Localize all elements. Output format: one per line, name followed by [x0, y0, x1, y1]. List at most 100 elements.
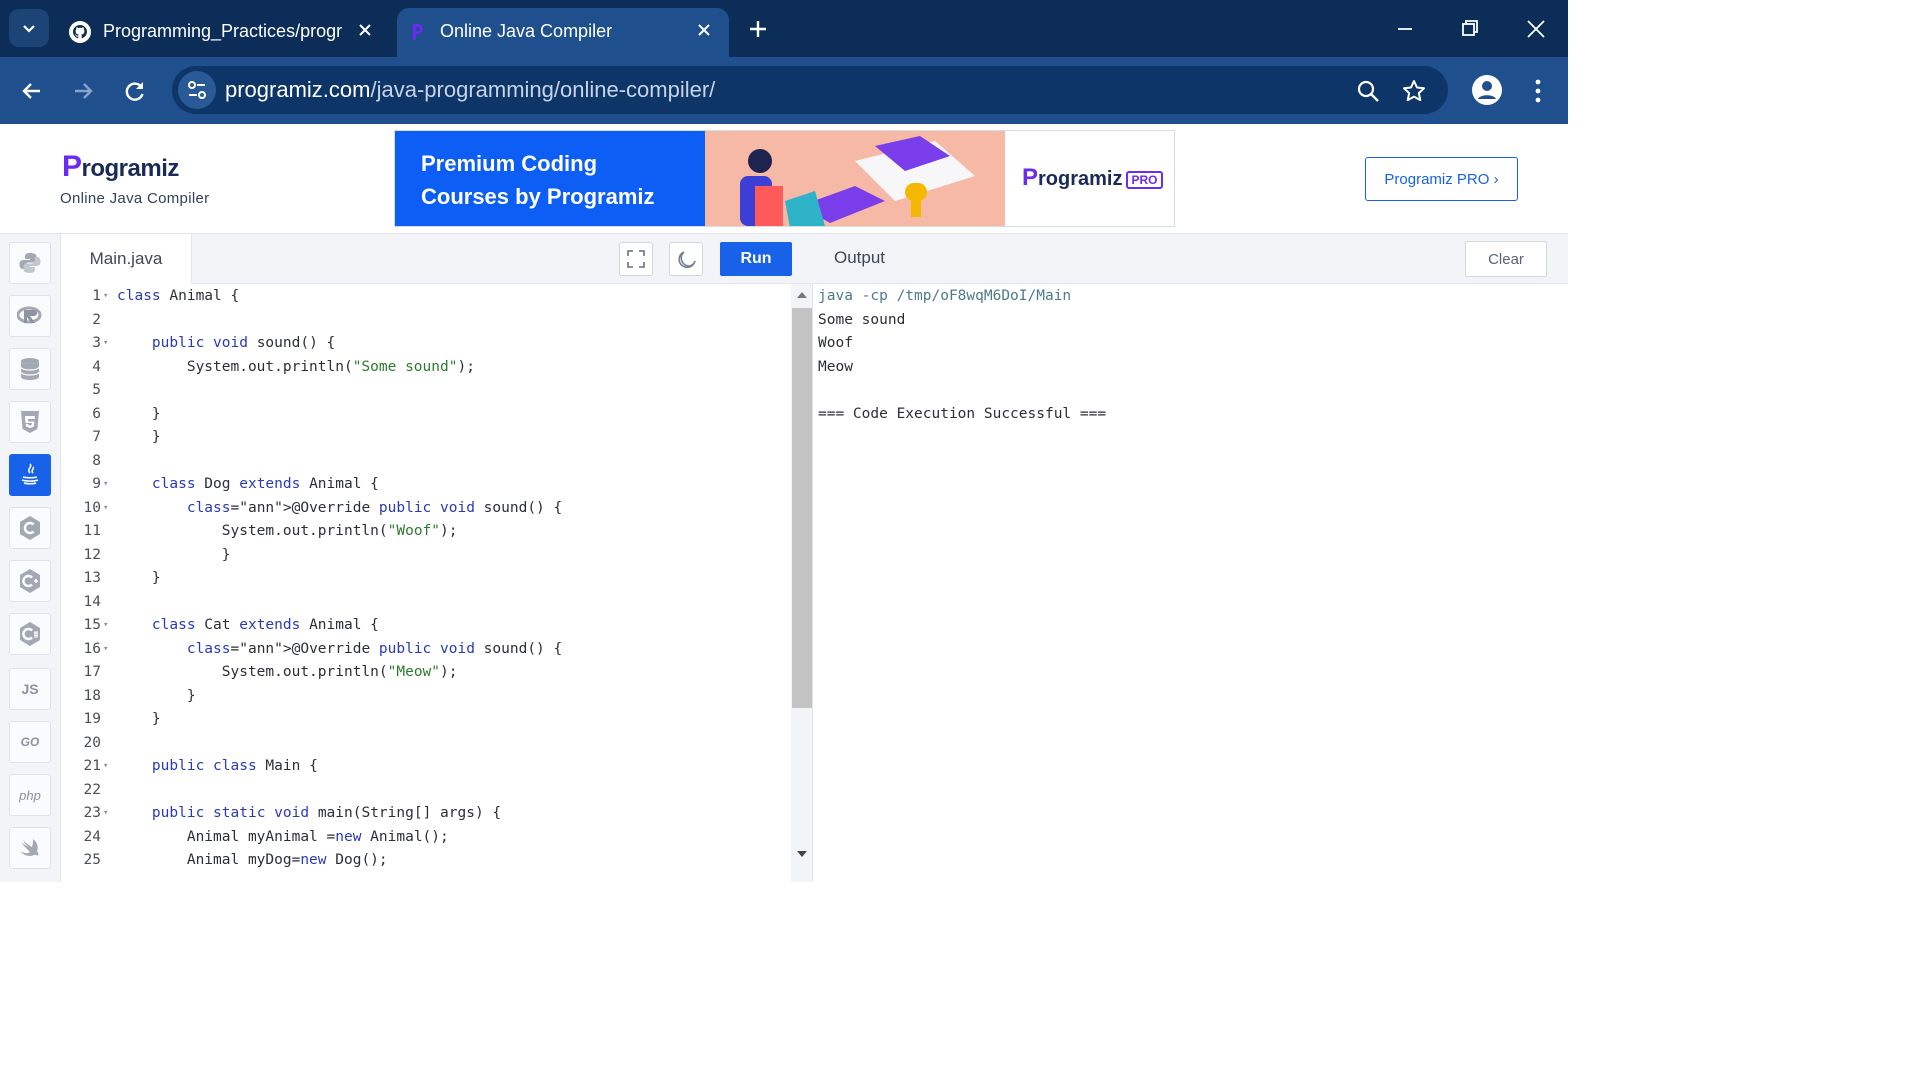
java-icon — [21, 463, 39, 485]
code-line: public class Main { — [151, 758, 318, 774]
cpp-icon — [20, 569, 40, 593]
minimize-icon[interactable] — [1392, 16, 1418, 42]
line-number: 22 — [83, 781, 101, 798]
language-cpp-button[interactable] — [9, 560, 51, 602]
line-number: 15 — [83, 617, 101, 633]
language-html-button[interactable] — [9, 401, 51, 443]
browser-tab-compiler[interactable]: Online Java Compiler — [397, 8, 729, 57]
line-number: 10 — [83, 499, 101, 516]
line-number: 20 — [83, 734, 101, 751]
fold-toggle-icon[interactable]: ▾ — [103, 285, 113, 309]
code-line: System.out.println("Woof"); — [117, 523, 458, 539]
output-line: Some sound — [818, 311, 906, 328]
code-line: Animal myAnimal =new Animal(); — [117, 828, 449, 845]
line-number: 17 — [83, 664, 101, 680]
database-icon — [20, 358, 40, 380]
scrollbar-thumb[interactable] — [792, 308, 812, 708]
code-line: class Dog extends Animal { — [151, 476, 379, 492]
theme-toggle-button[interactable] — [669, 242, 703, 276]
new-tab-icon[interactable] — [745, 16, 771, 42]
line-number: 11 — [83, 523, 101, 539]
line-number: 8 — [92, 452, 101, 469]
language-sql-button[interactable] — [9, 348, 51, 390]
language-r-button[interactable] — [9, 295, 51, 337]
line-number: 6 — [92, 405, 101, 422]
language-c-button[interactable] — [9, 507, 51, 549]
student-illustration — [740, 136, 975, 226]
output-header: Output Clear — [814, 234, 1568, 284]
code-editor[interactable]: 1 ▾ 2 3 ▾ 4 5 6 7 8 9 ▾ 10 ▾ 11 12 13 14 15 ▾ 16 ▾ 17 18 19 20 21 ▾… — [61, 284, 791, 882]
site-info-button[interactable] — [178, 71, 216, 109]
programiz-pro-button[interactable]: Programiz PRO › — [1365, 157, 1518, 201]
browser-toolbar: programiz.com/java-programming/online-co… — [0, 57, 1568, 124]
bookmark-star-icon[interactable] — [1401, 78, 1427, 104]
js-icon: JS — [21, 681, 39, 697]
fold-toggle-icon[interactable]: ▾ — [103, 802, 113, 826]
fold-toggle-icon[interactable]: ▾ — [103, 473, 113, 497]
language-python-button[interactable] — [9, 242, 51, 284]
line-number: 3 — [92, 335, 101, 351]
run-button[interactable]: Run — [720, 242, 792, 276]
back-arrow-icon[interactable] — [18, 77, 46, 105]
code-line: Animal myDog=new Dog(); — [117, 852, 388, 868]
csharp-icon — [20, 622, 40, 646]
code-line: public static void main(String[] args) { — [151, 805, 502, 821]
fold-toggle-icon[interactable]: ▾ — [103, 497, 113, 521]
promo-banner[interactable]: Premium Coding Courses by Programiz Prog… — [394, 130, 1175, 227]
zoom-icon[interactable] — [1355, 78, 1381, 104]
code-line: System.out.println("Some sound"); — [117, 358, 475, 375]
language-js-button[interactable]: JS — [9, 668, 51, 710]
address-bar[interactable]: programiz.com/java-programming/online-co… — [172, 66, 1448, 114]
code-line: } — [117, 687, 196, 704]
output-title: Output — [834, 248, 886, 267]
programiz-favicon — [413, 24, 423, 40]
fold-toggle-icon[interactable]: ▾ — [103, 638, 113, 662]
programiz-logo[interactable]: Programiz — [62, 150, 179, 184]
code-line: public void sound() { — [151, 335, 336, 351]
pro-badge: PRO — [1126, 170, 1163, 189]
fold-toggle-icon[interactable]: ▾ — [103, 332, 113, 356]
page-subtitle: Online Java Compiler — [60, 190, 210, 207]
browser-menu-icon[interactable] — [1526, 77, 1550, 105]
line-number: 9 — [92, 476, 101, 492]
fullscreen-button[interactable] — [619, 242, 653, 276]
line-number: 23 — [83, 805, 101, 821]
forward-arrow-icon[interactable] — [69, 77, 97, 105]
editor-scrollbar[interactable] — [791, 284, 813, 882]
banner-text-panel: Premium Coding Courses by Programiz — [395, 131, 705, 226]
file-tab-main-java[interactable]: Main.java — [61, 234, 192, 284]
html5-icon — [21, 411, 39, 433]
reload-icon[interactable] — [121, 77, 149, 105]
language-go-button[interactable]: GO — [9, 721, 51, 763]
go-icon: GO — [20, 735, 40, 749]
line-number: 2 — [92, 311, 101, 328]
close-tab-icon[interactable] — [693, 19, 715, 41]
browser-tab-github[interactable]: Programming_Practices/prograr — [60, 8, 390, 57]
language-java-button[interactable] — [9, 454, 51, 496]
code-line: } — [117, 570, 161, 586]
line-number: 25 — [83, 852, 101, 868]
scroll-down-icon[interactable] — [796, 849, 808, 859]
close-tab-icon[interactable] — [354, 19, 376, 41]
fold-toggle-icon[interactable]: ▾ — [103, 755, 113, 779]
code-line: class Cat extends Animal { — [151, 617, 379, 633]
profile-avatar-icon[interactable] — [1471, 74, 1503, 106]
fold-toggle-icon[interactable]: ▾ — [103, 614, 113, 638]
close-window-icon[interactable] — [1523, 16, 1549, 42]
restore-icon[interactable] — [1457, 16, 1483, 42]
tab-title: Programming_Practices/prograr — [103, 21, 343, 41]
python-icon — [19, 253, 41, 273]
line-number: 16 — [83, 640, 101, 657]
language-swift-button[interactable] — [9, 827, 51, 869]
clear-button[interactable]: Clear — [1465, 241, 1547, 277]
language-php-button[interactable]: php — [9, 774, 51, 816]
banner-pro-logo: Programiz PRO — [1005, 131, 1174, 226]
language-csharp-button[interactable] — [9, 613, 51, 655]
site-header: Programiz Online Java Compiler Premium C… — [0, 124, 1568, 234]
code-line: System.out.println("Meow"); — [117, 664, 458, 680]
c-icon — [20, 516, 40, 540]
editor-header: Main.java Run — [61, 234, 814, 284]
tab-search-button[interactable] — [9, 9, 49, 47]
logo-text: rogramiz — [81, 155, 180, 182]
scroll-up-icon[interactable] — [796, 290, 808, 300]
